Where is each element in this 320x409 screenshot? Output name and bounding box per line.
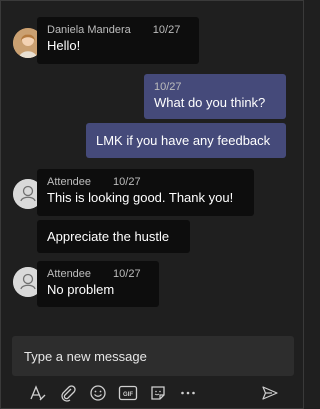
- message-time: 10/27: [152, 24, 181, 36]
- message-text: This is looking good. Thank you!: [47, 190, 234, 205]
- message-time: 10/27: [113, 176, 141, 188]
- message-text: Appreciate the hustle: [47, 229, 170, 244]
- message-text: Hello!: [47, 38, 81, 53]
- message-text: LMK if you have any feedback: [96, 133, 271, 148]
- sender-name: Attendee: [47, 176, 92, 188]
- message-meta: 10/27: [154, 80, 276, 94]
- format-icon[interactable]: [27, 382, 49, 404]
- sticker-icon[interactable]: [147, 382, 169, 404]
- message-bubble[interactable]: 10/27 What do you think?: [144, 74, 286, 119]
- send-icon[interactable]: [259, 382, 281, 404]
- message-input[interactable]: [24, 348, 282, 364]
- message-time: 10/27: [154, 81, 182, 93]
- message-bubble[interactable]: Appreciate the hustle: [37, 220, 190, 253]
- compose-toolbar: GIF: [1, 379, 305, 407]
- more-icon[interactable]: [177, 382, 199, 404]
- chat-window: Daniela Mandera 10/27 Hello! 10/27 What …: [0, 0, 304, 409]
- message-composer[interactable]: [12, 336, 294, 376]
- message-bubble[interactable]: Daniela Mandera 10/27 Hello!: [37, 17, 199, 64]
- message-meta: Daniela Mandera 10/27: [47, 23, 189, 37]
- message-bubble[interactable]: Attendee 10/27 No problem: [37, 261, 159, 307]
- message-bubble[interactable]: Attendee 10/27 This is looking good. Tha…: [37, 169, 254, 216]
- message-meta: Attendee 10/27: [47, 175, 244, 189]
- message-meta: Attendee 10/27: [47, 267, 149, 281]
- sender-name: Daniela Mandera: [47, 24, 131, 36]
- gif-label: GIF: [123, 392, 133, 398]
- gif-icon[interactable]: GIF: [117, 382, 139, 404]
- sender-name: Attendee: [47, 268, 92, 280]
- message-bubble[interactable]: LMK if you have any feedback: [86, 123, 286, 158]
- message-text: No problem: [47, 282, 115, 297]
- emoji-icon[interactable]: [87, 382, 109, 404]
- attach-icon[interactable]: [57, 382, 79, 404]
- message-text: What do you think?: [154, 95, 266, 110]
- message-time: 10/27: [113, 268, 141, 280]
